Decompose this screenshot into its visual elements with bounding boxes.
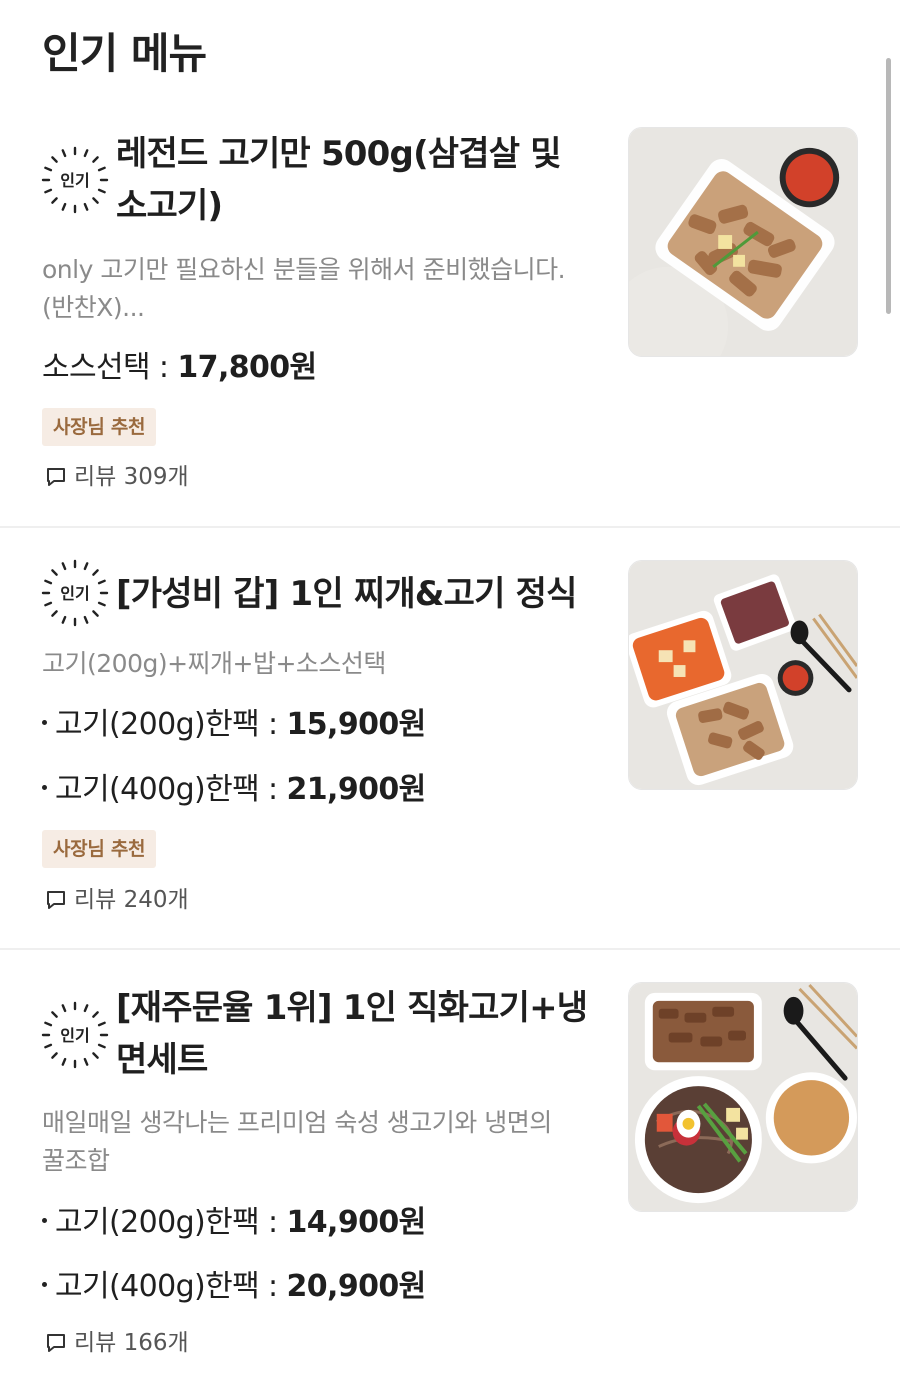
bullet — [42, 785, 47, 790]
review-count[interactable]: 리뷰 240개 — [44, 885, 189, 915]
popular-badge-icon: 인기 — [41, 559, 109, 627]
owner-recommend-tag: 사장님 추천 — [42, 830, 157, 868]
price-label: 고기(400g)한팩 : — [55, 1269, 287, 1304]
item-price: 소스선택 : 17,800원 — [42, 348, 317, 388]
price-label: 고기(200g)한팩 : — [55, 707, 287, 742]
popular-badge-icon: 인기 — [41, 1001, 109, 1069]
badge-label: 인기 — [60, 1026, 89, 1045]
badge-label: 인기 — [60, 171, 89, 190]
price-amount: 21,900원 — [286, 772, 427, 807]
price-amount: 14,900원 — [286, 1205, 427, 1240]
bullet — [42, 1282, 47, 1287]
item-name-line2: 면세트 — [116, 1040, 208, 1080]
review-count[interactable]: 리뷰 166개 — [44, 1328, 189, 1358]
item-price-1: 고기(200g)한팩 : 14,900원 — [42, 1203, 426, 1243]
review-count-label: 리뷰 240개 — [74, 887, 189, 913]
menu-item-1[interactable]: 인기 레전드 고기만 500g(삼겹살 및 소고기) only 고기만 필요하신… — [0, 0, 900, 528]
speech-bubble-icon — [47, 891, 65, 909]
item-name-line1: 레전드 고기만 500g(삼겹살 및 — [116, 134, 562, 174]
price-amount: 20,900원 — [286, 1269, 427, 1304]
item-desc-line2: 꿀조합 — [42, 1146, 110, 1175]
item-price-2: 고기(400g)한팩 : 20,900원 — [42, 1267, 426, 1307]
menu-item-3[interactable]: 인기 [재주문율 1위] 1인 직화고기+냉 면세트 매일매일 생각나는 프리미… — [0, 950, 900, 1389]
review-count-label: 리뷰 309개 — [74, 464, 189, 490]
item-desc-line2: (반찬X)... — [42, 293, 145, 322]
owner-recommend-tag: 사장님 추천 — [42, 408, 157, 446]
price-label: 소스선택 : — [42, 350, 178, 385]
menu-item-2[interactable]: 인기 [가성비 갑] 1인 찌개&고기 정식 고기(200g)+찌개+밥+소스선… — [0, 528, 900, 950]
price-label: 고기(200g)한팩 : — [55, 1205, 287, 1240]
price-amount: 17,800원 — [177, 350, 317, 385]
review-count-label: 리뷰 166개 — [74, 1330, 189, 1356]
speech-bubble-icon — [47, 468, 65, 486]
stew-set-icon[interactable] — [628, 560, 858, 790]
item-name-line1: [가성비 갑] 1인 찌개&고기 정식 — [116, 574, 577, 614]
item-name-line2: 소고기) — [116, 186, 223, 226]
grilled-pork-icon[interactable] — [628, 127, 858, 357]
item-price-1: 고기(200g)한팩 : 15,900원 — [42, 705, 426, 745]
badge-label: 인기 — [60, 584, 89, 603]
review-count[interactable]: 리뷰 309개 — [44, 462, 189, 492]
noodle-set-icon[interactable] — [628, 982, 858, 1212]
popular-badge-icon: 인기 — [41, 146, 109, 214]
price-amount: 15,900원 — [286, 707, 427, 742]
item-desc-line1: 매일매일 생각나는 프리미엄 숙성 생고기와 냉면의 — [42, 1108, 552, 1137]
speech-bubble-icon — [47, 1334, 65, 1352]
item-price-2: 고기(400g)한팩 : 21,900원 — [42, 770, 426, 810]
item-desc-line1: 고기(200g)+찌개+밥+소스선택 — [42, 649, 386, 678]
bullet — [42, 1218, 47, 1223]
item-desc-line1: only 고기만 필요하신 분들을 위해서 준비했습니다. — [42, 255, 566, 284]
item-name-line1: [재주문율 1위] 1인 직화고기+냉 — [116, 988, 588, 1028]
bullet — [42, 720, 47, 725]
price-label: 고기(400g)한팩 : — [55, 772, 287, 807]
